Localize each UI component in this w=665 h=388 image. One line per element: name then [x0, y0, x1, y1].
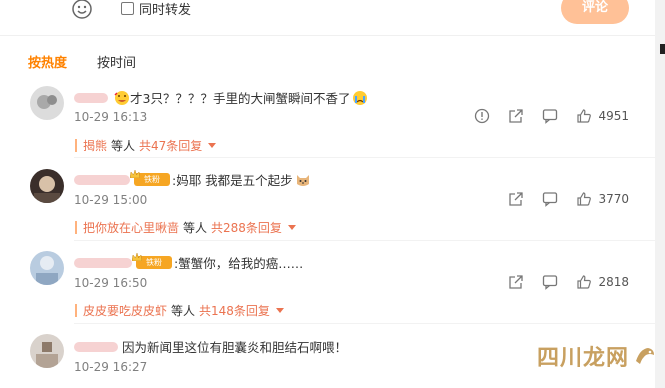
reply-count[interactable]: 共288条回复 [211, 219, 282, 236]
comment-bubble-icon[interactable] [542, 108, 558, 124]
comment-actions: 2818 [508, 274, 629, 290]
checkbox-box[interactable] [121, 2, 134, 15]
repost-label: 同时转发 [139, 3, 192, 18]
chevron-down-icon[interactable] [287, 225, 296, 230]
comment-time: 10-29 15:00 [74, 193, 148, 207]
tab-by-hot[interactable]: 按热度 [28, 52, 67, 71]
chevron-down-icon[interactable] [208, 143, 217, 148]
comment-content: 才3只？？？？手里的大闸蟹瞬间不香了 [74, 88, 368, 107]
reply-count[interactable]: 共47条回复 [139, 137, 202, 154]
share-arrow-icon[interactable] [508, 274, 524, 290]
like-count: 4951 [598, 109, 629, 123]
share-arrow-icon[interactable] [508, 108, 524, 124]
comment-time: 10-29 16:27 [74, 360, 148, 374]
reply-bar [75, 139, 77, 152]
comment-text: :妈耶 我都是五个起步 [172, 173, 293, 188]
share-arrow-icon[interactable] [508, 191, 524, 207]
username-blurred[interactable] [74, 92, 108, 103]
fan-badge: 铁粉 [132, 253, 172, 269]
comment-bubble-icon[interactable] [542, 191, 558, 207]
comment-time: 10-29 16:50 [74, 276, 148, 290]
avatar[interactable] [30, 334, 64, 368]
crying-emoji-icon [353, 90, 368, 105]
smiley-face-icon[interactable] [71, 0, 93, 20]
like-button[interactable]: 3770 [576, 191, 629, 207]
crying-laughing-emoji-icon [114, 90, 129, 105]
comment-time: 10-29 16:13 [74, 110, 148, 124]
username-blurred[interactable] [74, 341, 118, 352]
fan-badge-label: 铁粉 [146, 258, 162, 267]
reply-user[interactable]: 把你放在心里啾啬 [83, 219, 179, 236]
strip-marker [660, 44, 665, 54]
replies-link[interactable]: 把你放在心里啾啬 等人 共288条回复 [75, 219, 296, 236]
fan-badge-label: 铁粉 [144, 175, 160, 184]
comment-content: 因为新闻里这位有胆囊炎和胆结石啊喂！ [74, 337, 347, 356]
cat-face-emoji-icon [296, 174, 309, 186]
comment-actions: 3770 [508, 191, 629, 207]
comment-text: 因为新闻里这位有胆囊炎和胆结石啊喂！ [122, 340, 348, 355]
comment-bubble-icon[interactable] [542, 274, 558, 290]
thumbs-up-icon [577, 109, 592, 123]
avatar[interactable] [30, 251, 64, 285]
divider [74, 157, 656, 158]
comment-text: 才3只？？？？手里的大闸蟹瞬间不香了 [130, 91, 351, 106]
like-count: 2818 [598, 275, 629, 289]
thumbs-up-icon [577, 275, 592, 289]
like-button[interactable]: 2818 [576, 274, 629, 290]
reply-user[interactable]: 揭熊 [83, 137, 107, 154]
avatar[interactable] [30, 169, 64, 203]
reply-count[interactable]: 共148条回复 [199, 302, 270, 319]
username-blurred[interactable] [74, 257, 132, 268]
watermark-text: 四川龙网 [537, 346, 630, 371]
crown-icon [130, 170, 140, 178]
replies-link[interactable]: 皮皮要吃皮皮虾 等人 共148条回复 [75, 302, 284, 319]
divider [74, 240, 656, 241]
divider [74, 323, 656, 324]
reply-mid-text: 等人 [171, 304, 196, 318]
repost-checkbox[interactable]: 同时转发 [121, 0, 191, 18]
watermark-logo-icon [636, 348, 655, 364]
reply-bar [75, 304, 77, 317]
sort-tabs: 按热度 按时间 [28, 52, 136, 71]
exclamation-circle-icon[interactable] [474, 108, 490, 124]
like-button[interactable]: 4951 [576, 108, 629, 124]
username-blurred[interactable] [74, 174, 130, 185]
like-count: 3770 [598, 192, 629, 206]
comment-actions: 4951 [474, 108, 629, 124]
comment-toolbar: 同时转发 评论 [0, 0, 655, 36]
comment-text: :蟹蟹你，给我的癌…… [174, 256, 304, 271]
thumbs-up-icon [577, 192, 592, 206]
reply-bar [75, 221, 77, 234]
reply-user[interactable]: 皮皮要吃皮皮虾 [83, 302, 167, 319]
tab-by-time[interactable]: 按时间 [97, 52, 136, 71]
crown-icon [132, 253, 142, 261]
comment-submit-button[interactable]: 评论 [561, 0, 629, 24]
replies-link[interactable]: 揭熊 等人 共47条回复 [75, 137, 217, 154]
reply-mid-text: 等人 [183, 221, 208, 235]
reply-mid-text: 等人 [111, 139, 136, 153]
comment-content: 铁粉 :蟹蟹你，给我的癌…… [74, 253, 303, 272]
right-scroll-strip [655, 0, 665, 388]
fan-badge: 铁粉 [130, 170, 170, 186]
chevron-down-icon[interactable] [275, 308, 284, 313]
site-watermark: 四川龙网 [537, 340, 658, 372]
avatar[interactable] [30, 86, 64, 120]
comment-content: 铁粉 :妈耶 我都是五个起步 [74, 170, 311, 189]
